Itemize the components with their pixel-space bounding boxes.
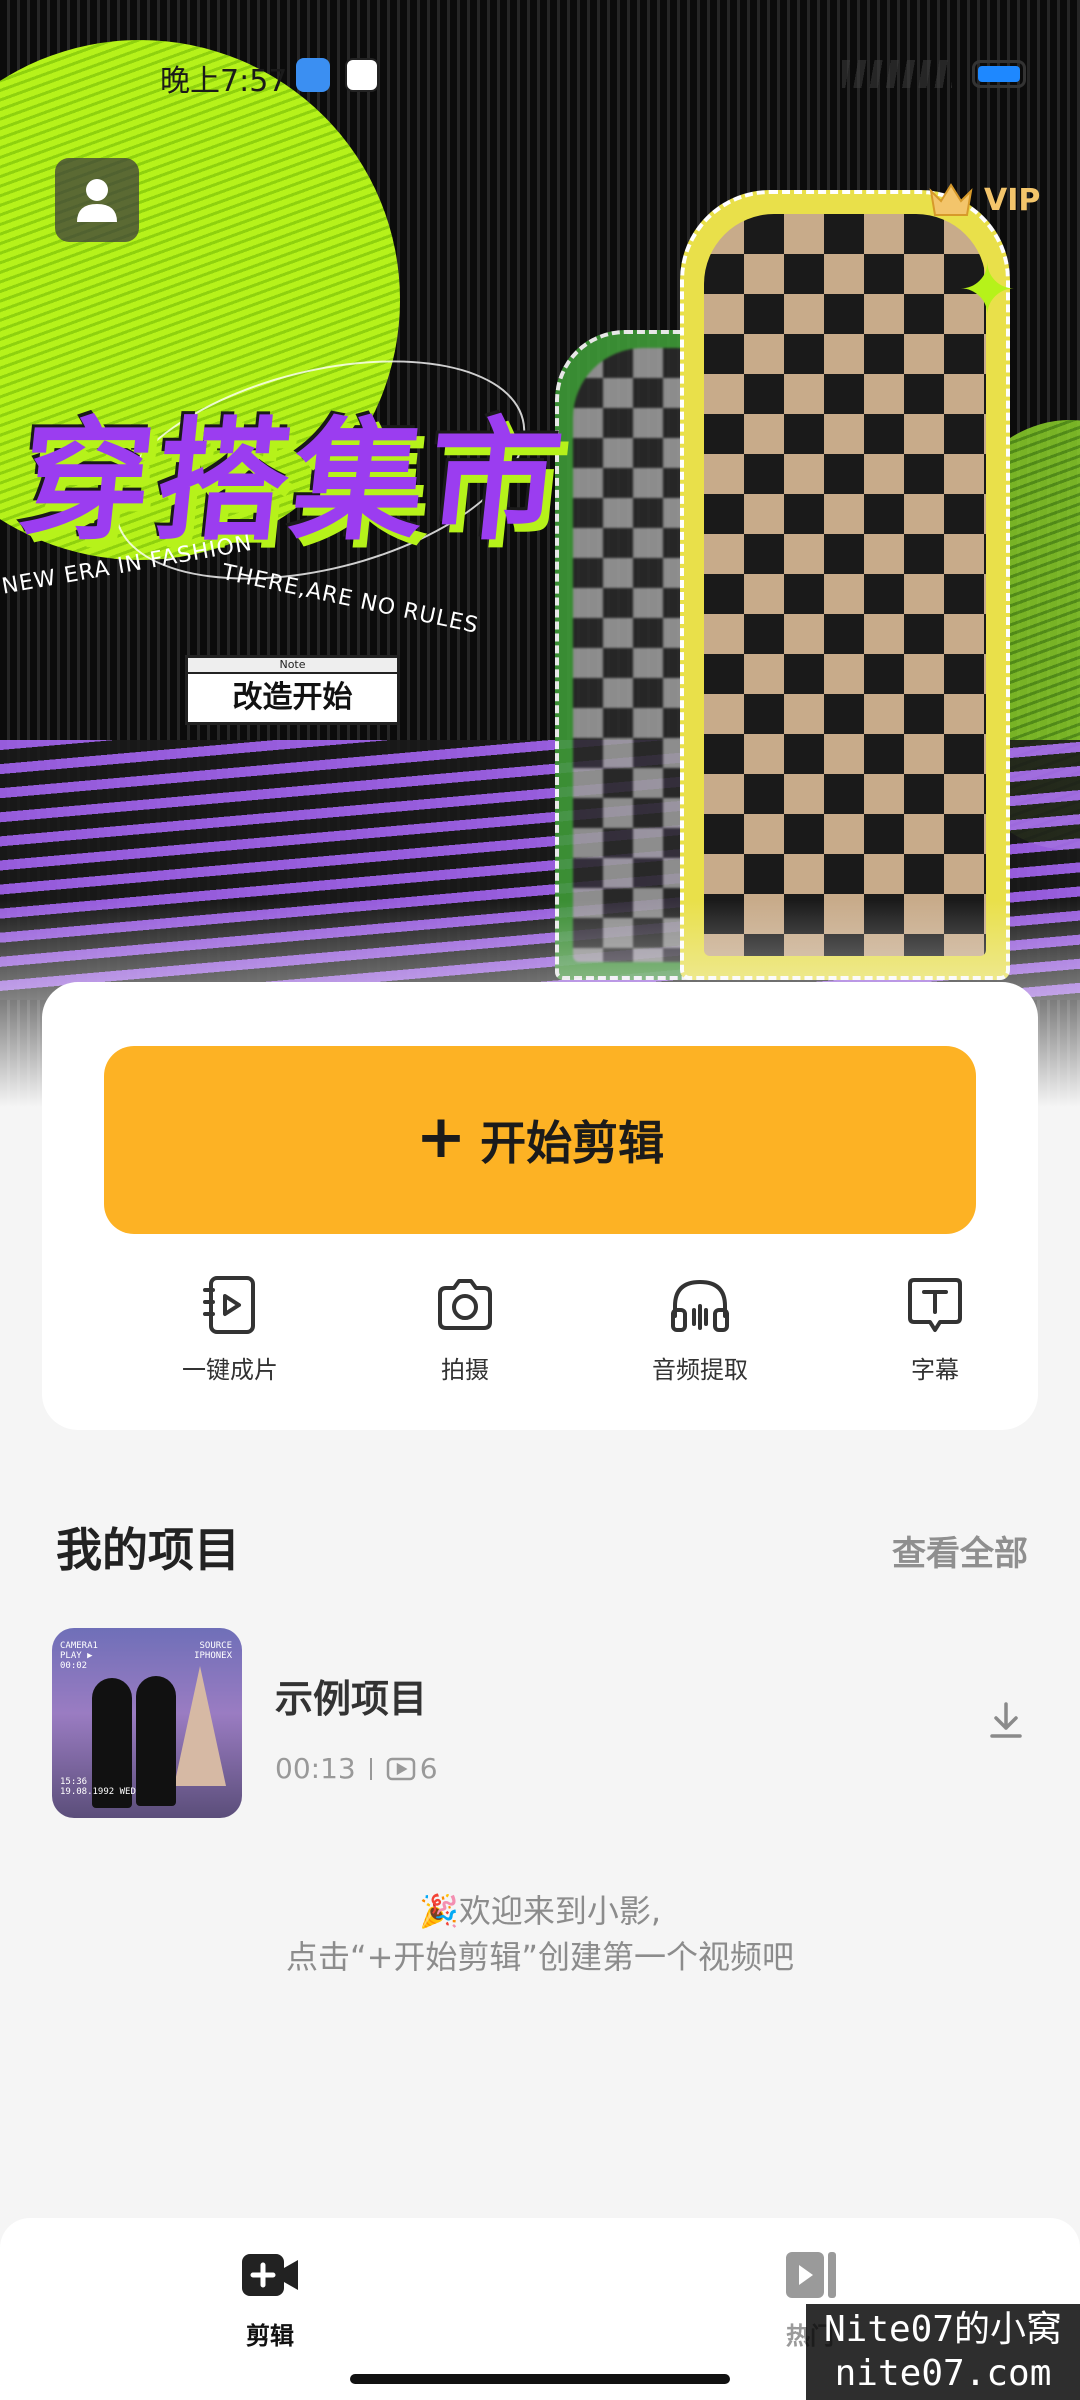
- add-video-icon: [242, 2254, 298, 2296]
- hero-title: 穿搭集市: [12, 405, 573, 559]
- thumb-overlay-bottom-left: 15:36 19.08.1992 WED: [60, 1777, 136, 1797]
- battery-icon: [972, 60, 1026, 88]
- cat-notification-icon: [345, 58, 379, 92]
- hero-note: Note 改造开始: [185, 655, 400, 725]
- hero-banner[interactable]: 穿搭集市 NEW ERA IN FASHION THERE,ARE NO RUL…: [0, 0, 1080, 1130]
- start-edit-label: 开始剪辑: [480, 1116, 665, 1170]
- download-icon[interactable]: [988, 1700, 1024, 1740]
- tool-label: 音频提取: [652, 1356, 748, 1384]
- tool-subtitle[interactable]: 字幕: [855, 1272, 1015, 1392]
- watermark-line-2: nite07.com: [834, 2353, 1052, 2394]
- project-clip-count: 6: [386, 1752, 438, 1785]
- camera-icon: [438, 1279, 492, 1330]
- text-icon: [908, 1278, 962, 1332]
- headphones-icon: [671, 1279, 729, 1332]
- welcome-message: 🎉欢迎来到小影, 点击“+开始剪辑”创建第一个视频吧: [0, 1888, 1080, 1980]
- nav-label: 剪辑: [246, 2322, 294, 2350]
- view-all-link[interactable]: 查看全部: [892, 1526, 1028, 1575]
- eiffel-tower-shape: [174, 1666, 226, 1786]
- nav-item-edit[interactable]: 剪辑: [190, 2248, 350, 2351]
- meta-separator: [369, 1757, 372, 1780]
- plus-icon: +: [415, 1102, 467, 1172]
- welcome-line-1: 🎉欢迎来到小影,: [418, 1892, 662, 1930]
- start-edit-button[interactable]: + 开始剪辑: [104, 1046, 976, 1234]
- thumb-overlay-top-right: SOURCE IPHONEX: [194, 1641, 232, 1661]
- tool-label: 拍摄: [441, 1356, 489, 1384]
- project-name[interactable]: 示例项目: [275, 1668, 427, 1723]
- vip-button[interactable]: VIP: [928, 176, 1040, 224]
- tool-auto-video[interactable]: 一键成片: [150, 1272, 310, 1392]
- auto-video-icon: [203, 1276, 255, 1334]
- tool-row: 一键成片 拍摄 音频提取 字幕: [42, 1272, 1038, 1402]
- status-time: 晚上7:57: [160, 64, 288, 99]
- vip-label: VIP: [984, 182, 1041, 218]
- thumb-overlay-top-left: CAMERA1 PLAY ▶ 00:02: [60, 1641, 98, 1671]
- tool-audio-extract[interactable]: 音频提取: [620, 1272, 780, 1392]
- hero-note-text: 改造开始: [232, 680, 353, 715]
- hero-note-header: Note: [188, 658, 397, 674]
- tool-label: 字幕: [911, 1356, 959, 1384]
- project-meta: 00:13 6: [275, 1752, 438, 1785]
- play-video-icon: [786, 2252, 836, 2298]
- watermark-line-1: Nite07的小窝: [823, 2309, 1063, 2350]
- home-indicator[interactable]: [350, 2374, 730, 2384]
- app-notification-icon: [296, 58, 330, 92]
- crown-icon: [929, 183, 973, 216]
- video-clip-icon: [386, 1757, 415, 1780]
- section-title-my-projects: 我的项目: [56, 1523, 240, 1577]
- person-shape: [136, 1676, 176, 1806]
- tool-camera[interactable]: 拍摄: [385, 1272, 545, 1392]
- sparkle-icon: ✦: [958, 249, 1017, 331]
- profile-button[interactable]: [55, 158, 139, 242]
- tool-label: 一键成片: [182, 1356, 278, 1384]
- clip-count-value: 6: [419, 1752, 438, 1785]
- welcome-line-2: 点击“+开始剪辑”创建第一个视频吧: [286, 1938, 794, 1976]
- watermark: Nite07的小窝 nite07.com: [806, 2304, 1080, 2400]
- action-card: + 开始剪辑 一键成片 拍摄 音频提取 字幕: [42, 982, 1038, 1430]
- user-icon: [77, 179, 117, 222]
- project-thumbnail[interactable]: CAMERA1 PLAY ▶ 00:02 SOURCE IPHONEX 15:3…: [52, 1628, 242, 1818]
- project-duration: 00:13: [275, 1752, 356, 1785]
- signal-icon: [842, 60, 952, 88]
